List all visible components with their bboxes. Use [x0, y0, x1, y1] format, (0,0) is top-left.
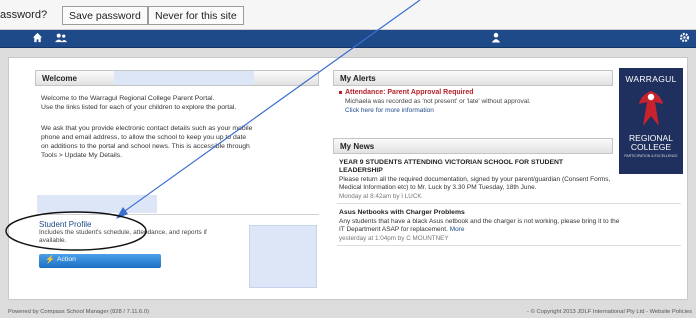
welcome-line: We ask that you provide electronic conta… — [41, 125, 253, 132]
save-password-button[interactable]: Save password — [62, 6, 148, 25]
student-profile-link[interactable]: Student Profile — [39, 220, 91, 229]
divider — [37, 214, 319, 215]
welcome-header: Welcome — [35, 70, 319, 86]
logo-text-mid: REGIONAL COLLEGE — [629, 133, 673, 152]
news-heading: My News — [340, 142, 375, 151]
home-icon[interactable] — [32, 32, 43, 47]
welcome-contact-text: We ask that you provide electronic conta… — [41, 124, 313, 160]
action-label: Action — [57, 256, 76, 263]
welcome-intro: Welcome to the Warragul Regional College… — [41, 94, 313, 112]
welcome-line: Welcome to the Warragul Regional College… — [41, 95, 215, 102]
welcome-line: on additions to the portal and school ne… — [41, 143, 250, 150]
student-profile-description: Includes the student's schedule, attenda… — [39, 229, 249, 245]
news-body-line: Medical Information etc) to Mr. Luck by … — [339, 184, 537, 191]
news-body-line: Please return all the required documenta… — [339, 176, 611, 183]
news-item-body: Any students that have a black Asus netb… — [339, 218, 679, 234]
never-for-this-site-button[interactable]: Never for this site — [148, 6, 244, 25]
news-title-line: LEADERSHIP — [339, 167, 383, 174]
password-save-bar: assword? Save password Never for this si… — [0, 0, 696, 30]
news-more-link[interactable]: More — [450, 226, 465, 233]
action-button[interactable]: ⚡ Action — [39, 254, 161, 268]
welcome-line: Use the links listed for each of your ch… — [41, 104, 237, 111]
news-title-line: YEAR 9 STUDENTS ATTENDING VICTORIAN SCHO… — [339, 159, 564, 166]
crest-icon — [639, 91, 663, 126]
user-icon[interactable] — [491, 32, 501, 47]
news-title-line: Asus Netbooks with Charger Problems — [339, 209, 465, 216]
welcome-line: phone and email address, to allow the sc… — [41, 134, 247, 141]
news-body-line: IT Department ASAP for replacement. — [339, 226, 448, 233]
news-item-body: Please return all the required documenta… — [339, 176, 679, 192]
alert-body: Michaela was recorded as 'not present' o… — [345, 98, 531, 105]
news-item-title[interactable]: Asus Netbooks with Charger Problems — [339, 209, 629, 217]
logo-tagline: PARTICIPATION & EXCELLENCE — [624, 154, 678, 158]
redacted-student-name — [37, 195, 157, 213]
footer-powered-by: Powered by Compass School Manager (828 /… — [8, 309, 150, 315]
welcome-line: Tools > Update My Details. — [41, 152, 123, 159]
news-divider — [337, 203, 681, 204]
logo-text-top: WARRAGUL — [625, 74, 677, 84]
news-item-meta: Monday at 8:42am by I LUCK — [339, 193, 422, 200]
welcome-heading: Welcome — [42, 74, 77, 83]
lightning-icon: ⚡ — [45, 255, 55, 264]
alert-title[interactable]: Attendance: Parent Approval Required — [339, 89, 474, 96]
footer-copyright[interactable]: - © Copyright 2013 JDLF International Pt… — [527, 309, 692, 315]
description-line: available. — [39, 237, 67, 244]
description-line: Includes the student's schedule, attenda… — [39, 229, 207, 236]
school-logo: WARRAGUL REGIONAL COLLEGE PARTICIPATION … — [619, 68, 683, 174]
news-header: My News — [333, 138, 613, 154]
alerts-heading: My Alerts — [340, 74, 376, 83]
alerts-header: My Alerts — [333, 70, 613, 86]
news-body-line: Any students that have a black Asus netb… — [339, 218, 620, 225]
news-item-meta: yesterday at 1:04pm by C MOUNTNEY — [339, 235, 449, 242]
news-item-title[interactable]: YEAR 9 STUDENTS ATTENDING VICTORIAN SCHO… — [339, 159, 629, 175]
top-navigation-bar — [0, 30, 696, 48]
password-question: assword? — [0, 9, 48, 21]
news-divider — [337, 245, 681, 246]
alert-more-link[interactable]: Click here for more information — [345, 107, 434, 114]
redacted-name — [114, 71, 254, 85]
portal-page: Welcome Welcome to the Warragul Regional… — [8, 57, 688, 300]
users-icon[interactable] — [54, 32, 68, 47]
redacted-photo — [249, 225, 317, 288]
gear-icon[interactable] — [679, 32, 690, 47]
